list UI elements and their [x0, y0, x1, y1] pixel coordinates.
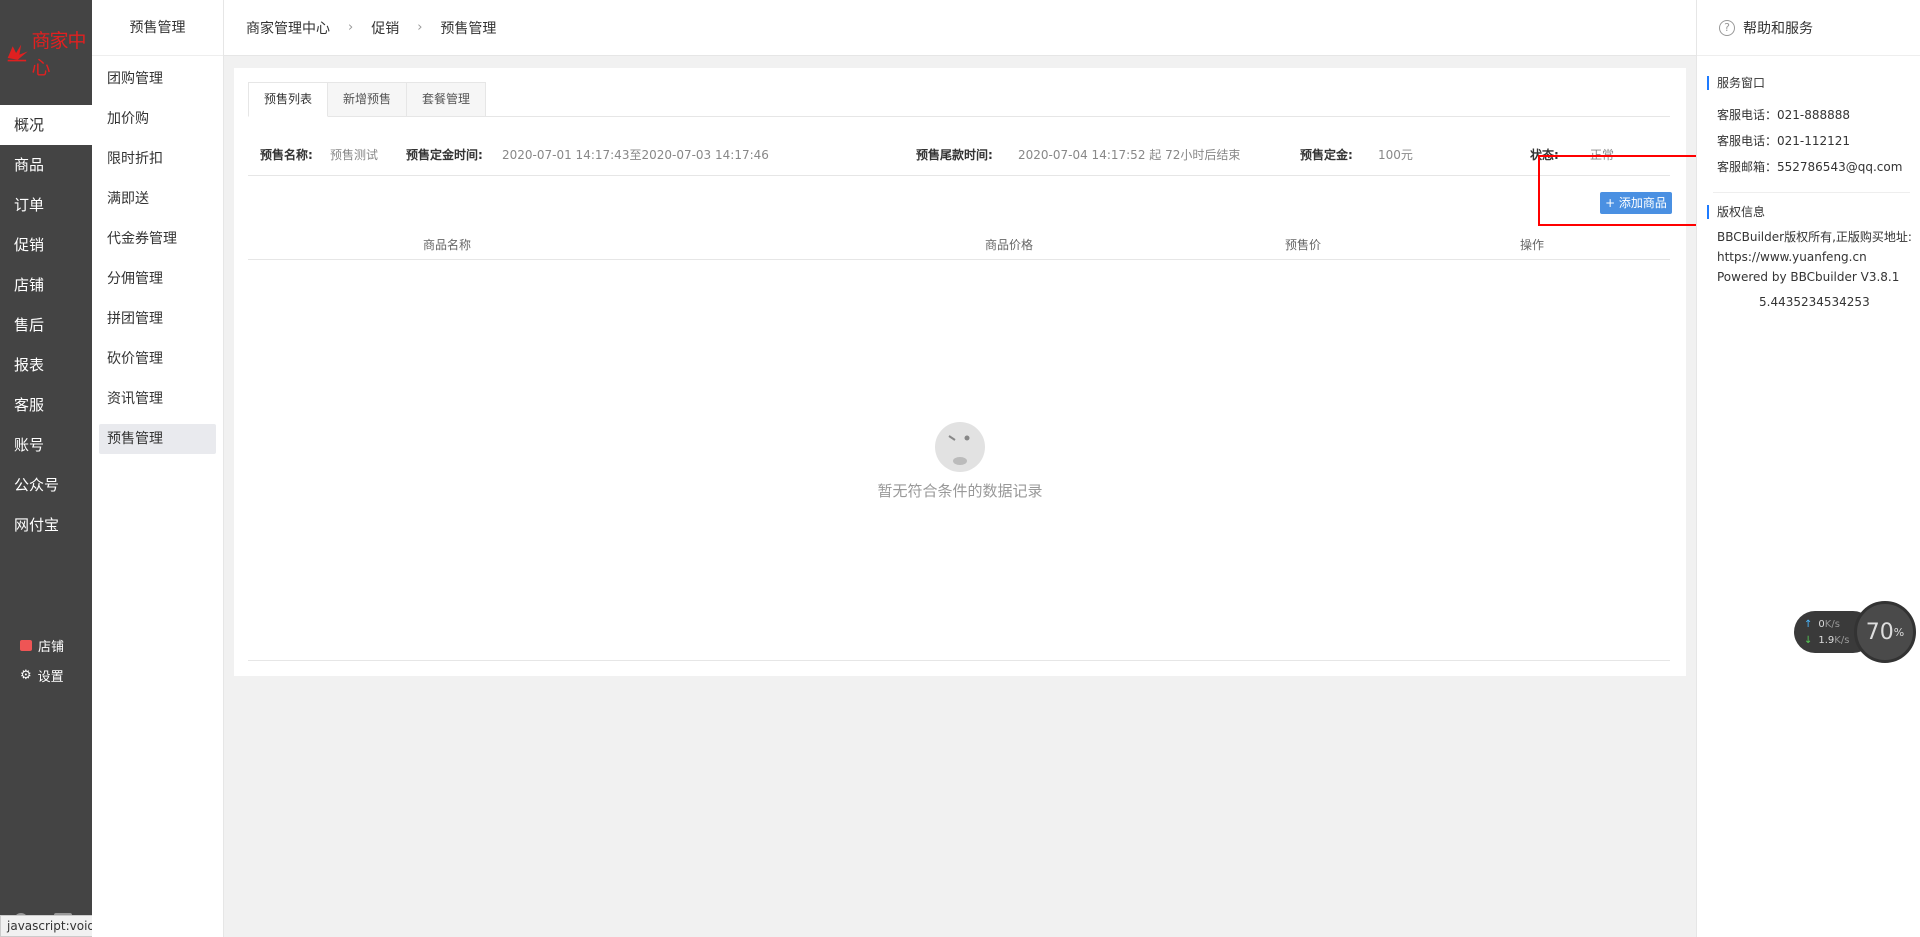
subnav-title: 预售管理 [92, 0, 223, 56]
help-title: 帮助和服务 [1743, 20, 1813, 37]
deposit-time-label: 预售定金时间: [406, 148, 483, 162]
subnav-item[interactable]: 拼团管理 [99, 304, 216, 334]
help-panel: ? 帮助和服务 服务窗口 客服电话：021-888888 客服电话：021-11… [1696, 0, 1920, 937]
breadcrumb: 商家管理中心 › 促销 › 预售管理 [224, 0, 1696, 56]
empty-state-text: 暂无符合条件的数据记录 [877, 482, 1043, 500]
col-product-name: 商品名称 [423, 238, 472, 252]
subnav-item[interactable]: 资讯管理 [99, 384, 216, 414]
subnav-item[interactable]: 满即送 [99, 184, 216, 214]
main-nav-item[interactable]: 客服 [0, 385, 92, 425]
empty-face-icon [935, 422, 985, 472]
logo-text: 商家中心 [31, 29, 87, 79]
divider [1713, 192, 1910, 193]
presale-name-label: 预售名称: [260, 148, 313, 162]
service-phone-2: 客服电话：021-112121 [1717, 134, 1851, 148]
empty-state: 暂无符合条件的数据记录 [234, 422, 1686, 501]
main-nav-item[interactable]: 售后 [0, 305, 92, 345]
main-nav-item[interactable]: 账号 [0, 425, 92, 465]
service-email: 客服邮箱：552786543@qq.com [1717, 160, 1903, 174]
settings-link[interactable]: ⚙ 设置 [20, 660, 64, 690]
logo[interactable]: 商家中心 [0, 0, 92, 105]
logo-bird-icon [7, 44, 28, 61]
shop-label: 店铺 [38, 639, 65, 655]
network-speed-widget[interactable]: ↑ 0K/s ↓ 1.9K/s 70% [1794, 601, 1916, 663]
tab-presale-list[interactable]: 预售列表 [248, 82, 329, 117]
sub-sidebar: 预售管理 团购管理加价购限时折扣满即送代金券管理分佣管理拼团管理砍价管理资讯管理… [92, 0, 224, 937]
highlight-box [1538, 155, 1698, 226]
subnav-item[interactable]: 砍价管理 [99, 344, 216, 374]
subnav-item[interactable]: 代金券管理 [99, 224, 216, 254]
presale-name-value: 预售测试 [330, 148, 379, 162]
help-header: ? 帮助和服务 [1697, 0, 1920, 56]
col-presale-price: 预售价 [1285, 238, 1322, 252]
main-sidebar: 商家中心 概况 商品 订单 促销 店铺 售后 报表 客服 账号 公众号 网付宝 店铺 ⚙ 设置 [0, 0, 92, 937]
main-nav-item[interactable]: 订单 [0, 185, 92, 225]
main-nav-item[interactable]: 概况 [0, 105, 92, 145]
download-speed: 1.9K/s [1818, 635, 1850, 646]
main-card: 预售列表 新增预售 套餐管理 预售名称: 预售测试 预售定金时间: 2020-0… [234, 68, 1686, 676]
copyright-section-title: 版权信息 [1707, 205, 1920, 219]
tab-add-presale[interactable]: 新增预售 [328, 82, 408, 117]
divider [248, 660, 1670, 661]
download-arrow-icon: ↓ [1804, 635, 1813, 646]
shop-link[interactable]: 店铺 [20, 630, 64, 660]
gear-icon: ⚙ [20, 667, 32, 683]
subnav-item[interactable]: 分佣管理 [99, 264, 216, 294]
tab-package-management[interactable]: 套餐管理 [407, 82, 487, 117]
final-payment-time-value: 2020-07-04 14:17:52 起 72小时后结束 [1018, 148, 1241, 162]
subnav-item[interactable]: 加价购 [99, 104, 216, 134]
main-nav-item[interactable]: 网付宝 [0, 505, 92, 545]
subnav-item[interactable]: 团购管理 [99, 64, 216, 94]
deposit-value: 100元 [1378, 148, 1413, 162]
settings-label: 设置 [37, 669, 64, 685]
breadcrumb-item-merchant-center[interactable]: 商家管理中心 [246, 18, 330, 38]
upload-speed: 0K/s [1818, 619, 1840, 630]
shop-icon [20, 639, 32, 651]
service-section-title: 服务窗口 [1707, 76, 1920, 90]
breadcrumb-separator: › [348, 20, 354, 35]
tab-bar: 预售列表 新增预售 套餐管理 [248, 82, 1670, 117]
main-nav-item[interactable]: 促销 [0, 225, 92, 265]
breadcrumb-item-presale[interactable]: 预售管理 [440, 18, 496, 38]
version-number: 5.4435234534253 [1759, 295, 1870, 309]
deposit-time-value: 2020-07-01 14:17:43至2020-07-03 14:17:46 [502, 148, 769, 162]
subnav-item[interactable]: 限时折扣 [99, 144, 216, 174]
powered-by: Powered by BBCbuilder V3.8.1 [1717, 270, 1900, 284]
col-product-price: 商品价格 [985, 238, 1034, 252]
copyright-url[interactable]: https://www.yuanfeng.cn [1697, 247, 1920, 267]
final-payment-time-label: 预售尾款时间: [916, 148, 993, 162]
deposit-label: 预售定金: [1300, 148, 1353, 162]
product-table-header: 商品名称 商品价格 预售价 操作 [248, 228, 1670, 260]
subnav-item[interactable]: 预售管理 [99, 424, 216, 454]
service-phone-1: 客服电话：021-888888 [1717, 108, 1851, 122]
main-nav-item[interactable]: 店铺 [0, 265, 92, 305]
breadcrumb-separator: › [417, 20, 423, 35]
presale-info-row: 预售名称: 预售测试 预售定金时间: 2020-07-01 14:17:43至2… [248, 128, 1670, 176]
main-nav-item[interactable]: 公众号 [0, 465, 92, 505]
upload-arrow-icon: ↑ [1804, 619, 1813, 630]
breadcrumb-item-promotion[interactable]: 促销 [371, 18, 399, 38]
col-actions: 操作 [1520, 238, 1545, 252]
question-icon: ? [1719, 19, 1735, 36]
copyright-line: BBCBuilder版权所有,正版购买地址: [1717, 230, 1912, 244]
memory-gauge: 70% [1854, 601, 1916, 663]
main-nav-item[interactable]: 商品 [0, 145, 92, 185]
main-nav-item[interactable]: 报表 [0, 345, 92, 385]
